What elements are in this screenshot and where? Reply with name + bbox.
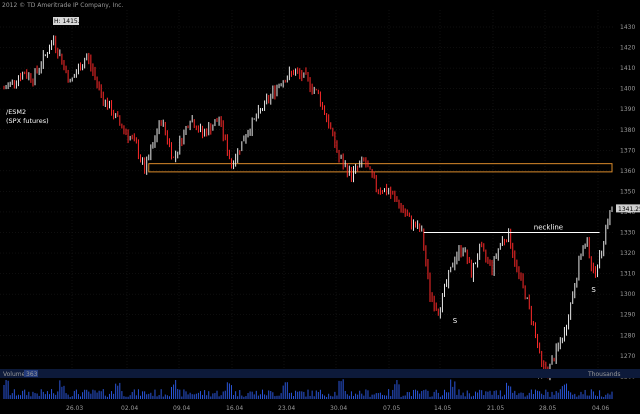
price-tick-label: 1270 xyxy=(620,353,635,360)
price-tick-label: 1390 xyxy=(620,106,635,113)
symbol-description: (SPX futures) xyxy=(6,117,49,125)
price-tick-label: 1330 xyxy=(620,230,635,237)
date-tick-label: 14.05 xyxy=(434,405,451,412)
price-tick-label: 1370 xyxy=(620,147,635,154)
price-tick-label: 1410 xyxy=(620,65,635,72)
date-tick-label: 21.05 xyxy=(487,405,504,412)
price-tick-label: 1420 xyxy=(620,45,635,52)
price-tick-label: 1320 xyxy=(620,250,635,257)
chart-background xyxy=(0,0,640,414)
volume-header xyxy=(0,369,640,378)
date-tick-label: 30.04 xyxy=(330,405,347,412)
price-tick-label: 1400 xyxy=(620,86,635,93)
price-tick-label: 1350 xyxy=(620,188,635,195)
date-tick-label: 16.04 xyxy=(226,405,243,412)
price-tick-label: 1380 xyxy=(620,127,635,134)
date-tick-label: 02.04 xyxy=(121,405,138,412)
date-tick-label: 28.05 xyxy=(539,405,556,412)
price-tick-label: 1310 xyxy=(620,271,635,278)
last-price-label: 1341.25 xyxy=(618,206,640,213)
pattern-label: S xyxy=(453,317,458,325)
price-tick-label: 1360 xyxy=(620,168,635,175)
symbol-label: /ESM2 xyxy=(6,108,26,116)
copyright-text: 2012 © TD Ameritrade IP Company, Inc. xyxy=(2,2,123,9)
high-price-label: H: 1415.25 xyxy=(54,18,87,25)
price-chart: neckline SHSH: 1415.25 14301420141014001… xyxy=(0,0,640,414)
date-tick-label: 04.06 xyxy=(592,405,609,412)
date-tick-label: 26.03 xyxy=(66,405,83,412)
date-tick-label: 07.05 xyxy=(383,405,400,412)
date-tick-label: 09.04 xyxy=(173,405,190,412)
volume-units: Thousands xyxy=(587,371,620,378)
date-tick-label: 23.04 xyxy=(278,405,295,412)
price-tick-label: 1430 xyxy=(620,24,635,31)
price-tick-label: 1290 xyxy=(620,312,635,319)
neckline-label: neckline xyxy=(534,224,563,232)
volume-value: 363 xyxy=(26,371,38,378)
volume-label: Volume xyxy=(3,371,26,378)
price-tick-label: 1300 xyxy=(620,291,635,298)
pattern-label: S xyxy=(591,286,596,294)
price-tick-label: 1280 xyxy=(620,332,635,339)
